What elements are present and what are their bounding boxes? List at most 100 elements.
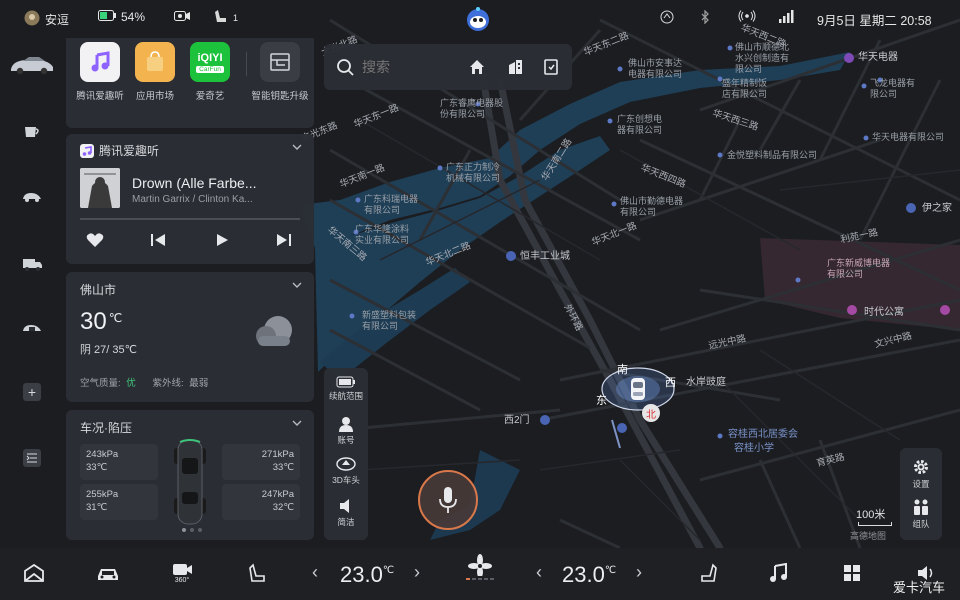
apps-grid-icon[interactable] [838, 560, 866, 586]
app-label: 腾讯爱趣听 [76, 91, 124, 102]
right-temp-up-button[interactable]: › [636, 562, 642, 583]
tool-label: 设置 [912, 479, 930, 489]
music-icon[interactable] [764, 560, 792, 586]
air-quality-value: 优 [126, 378, 136, 389]
home-launcher-icon[interactable] [20, 560, 48, 586]
coffee-cup-icon[interactable] [14, 114, 50, 150]
music-note-icon [80, 42, 120, 82]
progress-bar[interactable] [80, 218, 300, 220]
user-name: 安逗 [45, 13, 70, 27]
seat-adjust-icon[interactable] [244, 560, 272, 586]
app-tencent-music[interactable]: 腾讯爱趣听 [69, 42, 131, 102]
concise-broadcast-button[interactable]: 简洁 [324, 498, 368, 528]
left-rail: + [0, 38, 62, 548]
right-temp-value: 23.0 [562, 562, 605, 587]
car-icon[interactable] [94, 560, 122, 586]
fan-icon [468, 554, 492, 576]
poi-label: 伊之家 [922, 203, 952, 214]
notification-count: 1 [233, 12, 239, 23]
app-launcher-card: 腾讯爱趣听 应用市场 iQIYI CarFun 爱奇艺 智能钥匙升级 [66, 38, 314, 128]
notification-indicator[interactable]: 1 [214, 8, 238, 27]
team-button[interactable]: 组队 [900, 498, 942, 530]
album-art[interactable] [80, 168, 120, 208]
tire-rear-right: 247kPa 32℃ [222, 484, 300, 520]
microphone-icon [439, 487, 457, 513]
add-icon[interactable]: + [14, 374, 50, 410]
camera-360-icon[interactable]: 360° [168, 560, 196, 586]
tire-pressure: 243kPa [86, 449, 119, 460]
music-card-header[interactable]: 腾讯爱趣听 [80, 142, 159, 159]
weather-card[interactable]: 佛山市 30 ℃ 阴 27/ 35℃ 空气质量: 优 紫外线: 最弱 [66, 272, 314, 402]
left-temp-down-button[interactable]: ‹ [312, 562, 318, 583]
tire-temp: 32℃ [272, 502, 294, 513]
vehicle-status-card[interactable]: 车况·陷压 243kPa 33℃ 271kPa 33℃ 255kPa 31℃ 2… [66, 410, 314, 540]
speaker-icon [340, 499, 349, 513]
dashcam-icon[interactable] [174, 10, 190, 22]
right-temp-down-button[interactable]: ‹ [536, 562, 542, 583]
account-button[interactable]: 账号 [324, 416, 368, 446]
poi-label: 佛山市顺德北水兴创制造有限公司 [735, 42, 790, 74]
search-icon[interactable] [336, 58, 354, 76]
play-icon[interactable] [214, 232, 234, 250]
bottom-bar: 360° ‹ 23.0℃ › ‹ 23.0℃ › [0, 548, 960, 600]
app-label: 应用市场 [135, 91, 174, 102]
poi-label: 盛年精制饭店有限公司 [722, 78, 768, 99]
company-icon[interactable] [506, 58, 524, 76]
battery-range-button[interactable]: 续航范围 [324, 376, 368, 402]
battery-icon [98, 10, 116, 24]
app-iqiyi[interactable]: iQIYI CarFun 爱奇艺 [179, 42, 241, 102]
passenger-seat-icon[interactable] [694, 560, 722, 586]
chevron-down-icon[interactable] [292, 280, 302, 290]
favorites-icon[interactable] [542, 58, 560, 76]
truck-mode-icon[interactable] [14, 246, 50, 282]
weather-desc: 阴 27/ 35℃ [80, 344, 137, 356]
tire-temp: 33℃ [272, 462, 294, 473]
left-temp-up-button[interactable]: › [414, 562, 420, 583]
compass-north-badge[interactable]: 北 [642, 404, 660, 422]
iqiyi-logo-icon: iQIYI CarFun [190, 42, 230, 82]
poi-label: 广东创想电器有限公司 [617, 114, 663, 135]
right-temp-unit: ℃ [604, 565, 617, 576]
air-quality: 空气质量: 优 紫外线: 最弱 [80, 375, 208, 389]
tool-label: 账号 [337, 435, 355, 445]
fan-button[interactable] [466, 554, 494, 580]
chevron-down-icon[interactable] [292, 418, 302, 428]
poi-label: 广东正力制冷机械有限公司 [446, 162, 501, 183]
home-icon[interactable] [468, 58, 486, 76]
poi-label: 佛山市勤德电器有限公司 [620, 196, 684, 217]
app-label: 爱奇艺 [195, 91, 225, 102]
assistant-avatar-icon[interactable] [465, 6, 491, 32]
voice-assistant-button[interactable] [418, 470, 478, 530]
3d-heading-button[interactable]: 3D车头 [324, 456, 368, 486]
uv-value: 最弱 [189, 378, 209, 389]
next-track-icon[interactable] [276, 232, 296, 250]
app-market[interactable]: 应用市场 [124, 42, 186, 102]
previous-track-icon[interactable] [150, 232, 170, 250]
car-lock-icon[interactable] [14, 310, 50, 346]
car-drive-mode-icon[interactable] [14, 178, 50, 214]
poi-label: 佛山市安事达电器有限公司 [628, 58, 683, 79]
poi-label: 时代公寓 [864, 307, 904, 318]
tire-rear-left: 255kPa 31℃ [80, 484, 158, 520]
map-provider-label: 高德地图 [850, 531, 887, 541]
vehicle-position-icon [626, 376, 650, 402]
heart-icon[interactable] [86, 232, 106, 250]
chevron-down-icon[interactable] [292, 142, 302, 152]
left-temp-value: 23.0 [340, 562, 383, 587]
user-profile[interactable]: 安逗 [24, 10, 69, 29]
team-icon [914, 499, 928, 515]
list-icon[interactable] [14, 440, 50, 476]
poi-label: 飞龙电器有限公司 [870, 78, 916, 99]
app-key-upgrade[interactable]: 智能钥匙升级 [249, 42, 311, 102]
watermark: 爱卡汽车 [893, 580, 946, 595]
car-top-view-icon [170, 438, 210, 526]
fan-level-indicator [466, 578, 494, 580]
settings-button[interactable]: 设置 [900, 458, 942, 490]
poi-label: 水岸豉庭 [686, 377, 726, 388]
car-model-icon[interactable] [8, 50, 56, 80]
tool-label: 组队 [912, 519, 930, 529]
status-bar: 安逗 54% 1 9月5日 星期二 20:58 [0, 0, 960, 38]
search-input[interactable] [362, 56, 452, 78]
music-card: 腾讯爱趣听 Drown (Alle Farbe... Martin Garrix… [66, 134, 314, 264]
compass-east: 东 [596, 395, 607, 407]
